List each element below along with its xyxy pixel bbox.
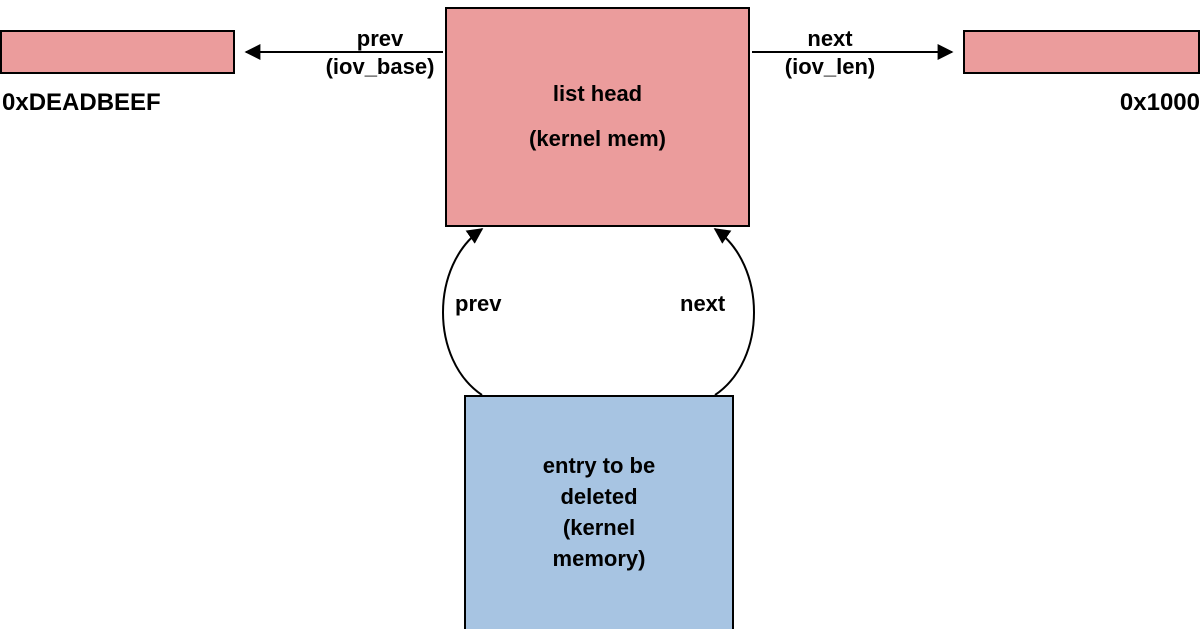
- left-caption: 0xDEADBEEF: [2, 88, 232, 118]
- bottom-line4: memory): [553, 544, 646, 575]
- prev-top-label: prev (iov_base): [310, 25, 450, 80]
- prev-mid-label: prev: [455, 290, 501, 318]
- center-list-head-box: list head (kernel mem): [445, 7, 750, 227]
- bottom-line2: deleted: [560, 482, 637, 513]
- right-caption: 0x1000: [963, 88, 1200, 118]
- center-line1: list head: [553, 79, 642, 110]
- bottom-line3: (kernel: [563, 513, 635, 544]
- next-top-label: next (iov_len): [760, 25, 900, 80]
- next-mid-label: next: [680, 290, 725, 318]
- right-pink-box: [963, 30, 1200, 74]
- center-line2: (kernel mem): [529, 124, 666, 155]
- left-pink-box: [0, 30, 235, 74]
- bottom-line1: entry to be: [543, 451, 655, 482]
- bottom-entry-box: entry to be deleted (kernel memory): [464, 395, 734, 629]
